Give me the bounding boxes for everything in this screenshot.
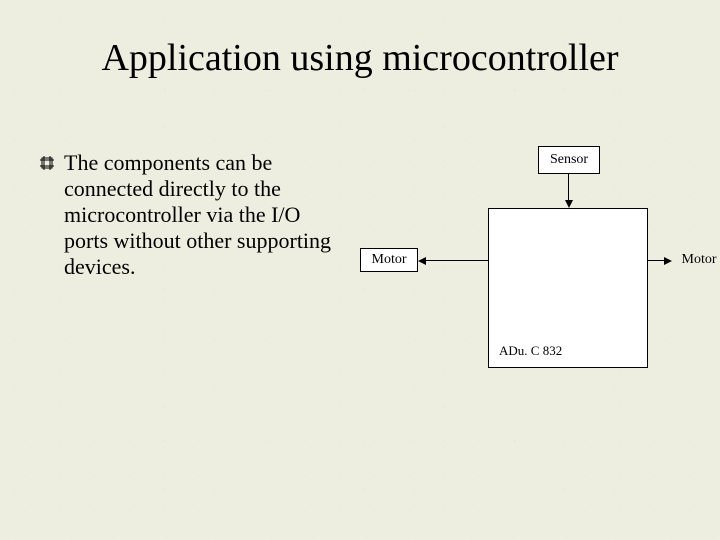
microcontroller-label: ADu. C 832 <box>499 343 562 359</box>
bullet-text: The components can be connected directly… <box>64 150 345 280</box>
arrowhead-down-icon <box>565 200 573 208</box>
arrowhead-left-icon <box>418 257 426 265</box>
block-diagram: Sensor ADu. C 832 Motor Motor <box>360 140 710 400</box>
sensor-label: Sensor <box>550 152 588 168</box>
arrow-mcu-to-motor-left <box>426 260 488 261</box>
microcontroller-box: ADu. C 832 <box>488 208 648 368</box>
motor-left-box: Motor <box>360 248 418 272</box>
arrow-sensor-to-mcu <box>568 174 569 202</box>
motor-right-label: Motor <box>682 252 717 268</box>
sensor-box: Sensor <box>538 146 600 174</box>
motor-right-label-box: Motor <box>670 248 720 272</box>
motor-left-label: Motor <box>372 252 407 268</box>
bullet-item: The components can be connected directly… <box>40 150 345 280</box>
square-bullet-icon <box>40 156 54 175</box>
arrowhead-right-icon <box>664 257 672 265</box>
slide-title: Application using microcontroller <box>0 36 720 80</box>
